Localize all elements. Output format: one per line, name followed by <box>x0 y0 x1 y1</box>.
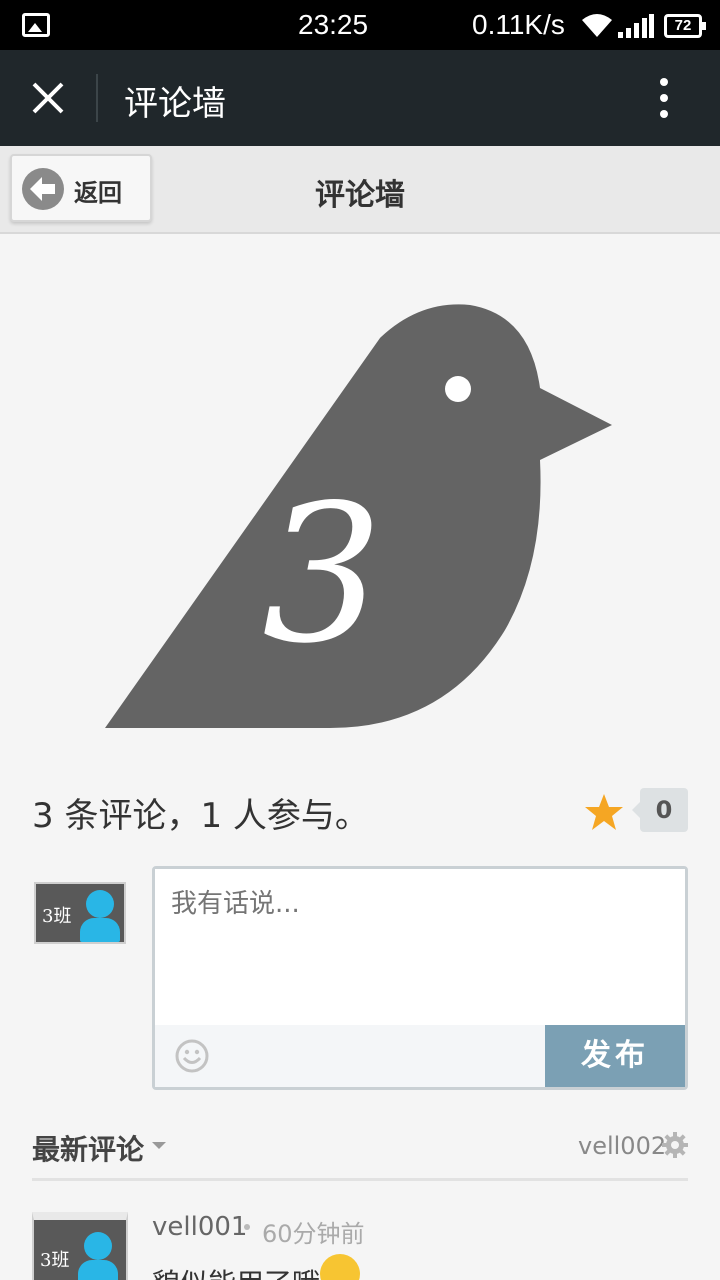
avatar-class-label: 3班 <box>42 906 72 927</box>
current-user-name[interactable]: vell002 <box>578 1132 666 1160</box>
avatar-class-label: 3班 <box>40 1250 70 1271</box>
image-icon <box>22 13 50 37</box>
signal-icon <box>618 14 654 38</box>
person-icon <box>86 890 114 918</box>
comment-input[interactable] <box>155 869 685 1025</box>
separator-dot <box>244 1224 250 1230</box>
logo-number: 3 <box>262 464 383 685</box>
divider <box>32 1178 688 1181</box>
page-header: 返回 评论墙 <box>0 146 720 234</box>
status-time: 23:25 <box>298 9 369 40</box>
comment-user[interactable]: vell001 <box>152 1212 247 1242</box>
comment-box: 发布 <box>152 866 688 1090</box>
status-bar: 23:25 0.11K/s 72 <box>0 0 720 50</box>
bird-logo: 3 <box>105 304 612 728</box>
wifi-icon <box>582 14 612 37</box>
gear-icon[interactable] <box>662 1132 688 1158</box>
more-vertical-icon[interactable] <box>650 78 678 122</box>
app-bar: 评论墙 <box>0 50 720 146</box>
chevron-down-icon[interactable] <box>152 1142 166 1149</box>
comment-text: 貌似能用了哦 <box>152 1262 320 1280</box>
emoji-icon[interactable] <box>175 1039 209 1073</box>
avatar: 3班 <box>34 882 126 944</box>
network-speed: 0.11K/s <box>472 9 565 40</box>
battery-icon: 72 <box>664 14 706 38</box>
app-bar-title: 评论墙 <box>124 84 226 124</box>
person-icon <box>84 1232 112 1260</box>
grin-emoji-icon <box>320 1254 360 1280</box>
comment-time: 60分钟前 <box>262 1220 365 1248</box>
comment-toolbar: 发布 <box>155 1025 685 1087</box>
favorite-count: 0 <box>632 788 688 832</box>
comment-avatar[interactable]: 3班 <box>32 1212 128 1280</box>
app-bar-divider <box>96 74 98 122</box>
page-title: 评论墙 <box>315 178 405 213</box>
comment-summary: 3 条评论，1 人参与。 <box>32 796 369 836</box>
latest-comments-title[interactable]: 最新评论 <box>32 1128 144 1168</box>
close-icon[interactable] <box>28 78 68 118</box>
publish-button[interactable]: 发布 <box>545 1025 685 1087</box>
star-icon[interactable] <box>584 792 624 832</box>
